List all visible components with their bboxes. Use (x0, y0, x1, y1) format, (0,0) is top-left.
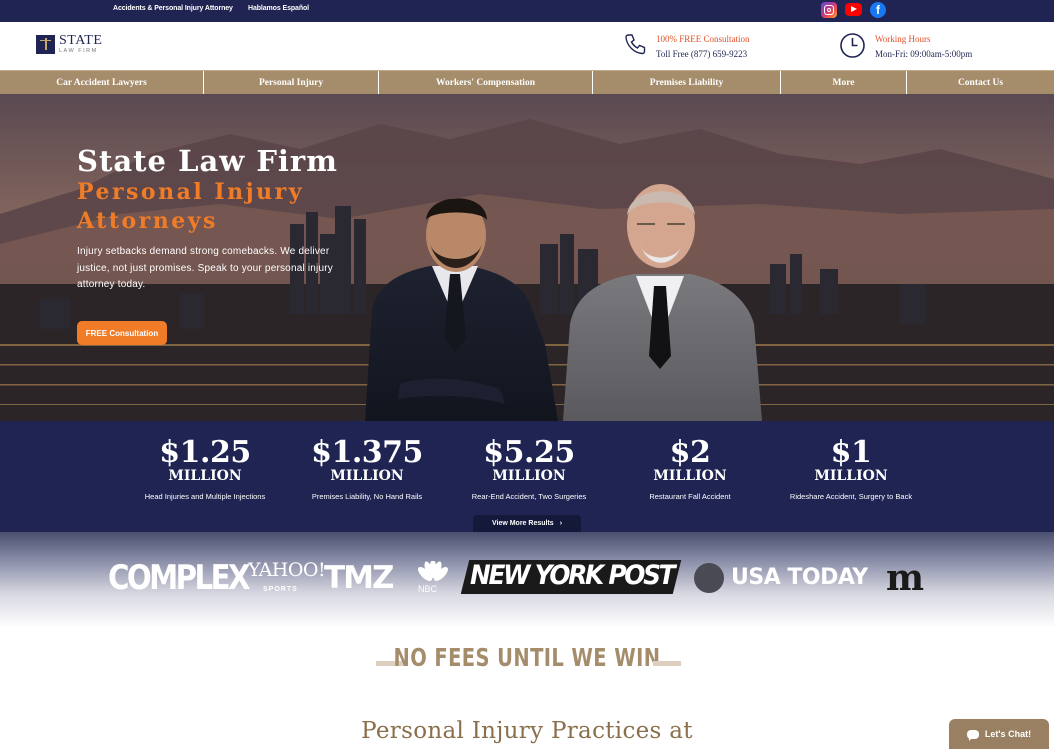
chat-bubble-icon (966, 729, 979, 741)
instagram-icon[interactable] (821, 2, 837, 18)
no-fees-heading: NO FEES UNTIL WE WIN (393, 643, 661, 672)
result-amount: $5.25 (483, 435, 575, 470)
nav-item-contact[interactable]: Contact Us (907, 71, 1054, 94)
nbc-peacock-icon (418, 561, 448, 581)
nav-item-more[interactable]: More (781, 71, 907, 94)
hero-title: State Law Firm (77, 144, 338, 178)
espanol-link[interactable]: Hablamos Español (248, 5, 309, 12)
view-more-label: View More Results (491, 520, 554, 527)
hero-description: Injury setbacks demand strong comebacks.… (77, 246, 333, 290)
page: Accidents & Personal Injury Attorney Hab… (0, 0, 1054, 749)
site-header: STATE LAW FIRM 100% FREE Consultation To… (0, 22, 1054, 70)
result-amount: $1.375 (311, 435, 423, 470)
hours-value: Mon-Fri: 09:00am-5:00pm (875, 49, 973, 59)
complex-logo: COMPLEX (108, 558, 251, 598)
result-unit: MILLION (330, 468, 404, 484)
press-logos-strip: COMPLEX YAHOO! SPORTS TMZ NBC NEW YORK P… (0, 532, 1054, 628)
result-item: $1.375 MILLION Premises Liability, No Ha… (282, 435, 452, 502)
consultation-label: 100% FREE Consultation (656, 34, 750, 44)
result-description: Premises Liability, No Hand Rails (311, 492, 423, 501)
mail-logo: m (886, 557, 924, 599)
youtube-icon[interactable] (845, 3, 862, 16)
hours-label: Working Hours (875, 34, 931, 44)
chevron-right-icon: › (559, 520, 563, 527)
logo-title: STATE (59, 33, 103, 48)
usatoday-logo: USA TODAY (731, 565, 868, 590)
nav-item-personal-injury[interactable]: Personal Injury (204, 71, 379, 94)
result-unit: MILLION (653, 468, 727, 484)
nav-item-premises-liability[interactable]: Premises Liability (593, 71, 781, 94)
facebook-icon[interactable]: f (870, 2, 886, 18)
logo-subtitle: LAW FIRM (59, 48, 98, 54)
result-item: $1 MILLION Rideshare Accident, Surgery t… (766, 435, 936, 502)
nypost-logo: NEW YORK POST (470, 560, 676, 591)
result-description: Head Injuries and Multiple Injections (144, 492, 266, 501)
chat-widget-button[interactable]: Let's Chat! (949, 719, 1049, 749)
practices-heading: Personal Injury Practices at (361, 718, 693, 744)
result-amount: $2 (669, 435, 711, 470)
view-more-results-button[interactable]: View More Results › (473, 515, 581, 532)
toll-free-number[interactable]: Toll Free (877) 659-9223 (656, 49, 750, 59)
result-description: Rideshare Accident, Surgery to Back (789, 492, 913, 501)
phone-icon (625, 34, 646, 55)
result-description: Rear-End Accident, Two Surgeries (471, 492, 587, 501)
result-item: $2 MILLION Restaurant Fall Accident (605, 435, 775, 502)
result-amount: $1.25 (159, 435, 251, 470)
result-amount: $1 (830, 435, 872, 470)
hero-subtitle: Personal Injury Attorneys (77, 179, 304, 234)
results-section: $1.25 MILLION Head Injuries and Multiple… (0, 421, 1054, 532)
tmz-logo: TMZ (324, 560, 394, 596)
top-bar: Accidents & Personal Injury Attorney Hab… (0, 0, 1054, 22)
nbc-logo: NBC (418, 584, 438, 594)
nav-item-workers-comp[interactable]: Workers' Compensation (379, 71, 593, 94)
result-item: $1.25 MILLION Head Injuries and Multiple… (120, 435, 290, 502)
result-description: Restaurant Fall Accident (649, 492, 731, 501)
divider-right (653, 661, 681, 666)
result-item: $5.25 MILLION Rear-End Accident, Two Sur… (444, 435, 614, 502)
main-nav: Car Accident Lawyers Personal Injury Wor… (0, 70, 1054, 94)
nav-item-car-accident[interactable]: Car Accident Lawyers (0, 71, 204, 94)
result-unit: MILLION (492, 468, 566, 484)
yahoo-logo: YAHOO! (248, 559, 326, 581)
yahoo-sports-label: SPORTS (263, 586, 298, 593)
result-unit: MILLION (168, 468, 242, 484)
logo-mark-icon (36, 34, 55, 54)
attorney-link[interactable]: Accidents & Personal Injury Attorney (113, 5, 233, 12)
chat-label: Let's Chat! (984, 729, 1032, 739)
logo[interactable]: STATE LAW FIRM (36, 34, 102, 55)
hero-section: State Law Firm Personal Injury Attorneys… (0, 94, 1054, 421)
free-consultation-button[interactable]: FREE Consultation (77, 321, 167, 345)
result-unit: MILLION (814, 468, 888, 484)
consultation-block[interactable]: 100% FREE Consultation Toll Free (877) 6… (623, 32, 750, 59)
usatoday-dot-icon (694, 563, 724, 593)
hours-block: Working Hours Mon-Fri: 09:00am-5:00pm (839, 32, 972, 59)
clock-icon (840, 33, 865, 58)
